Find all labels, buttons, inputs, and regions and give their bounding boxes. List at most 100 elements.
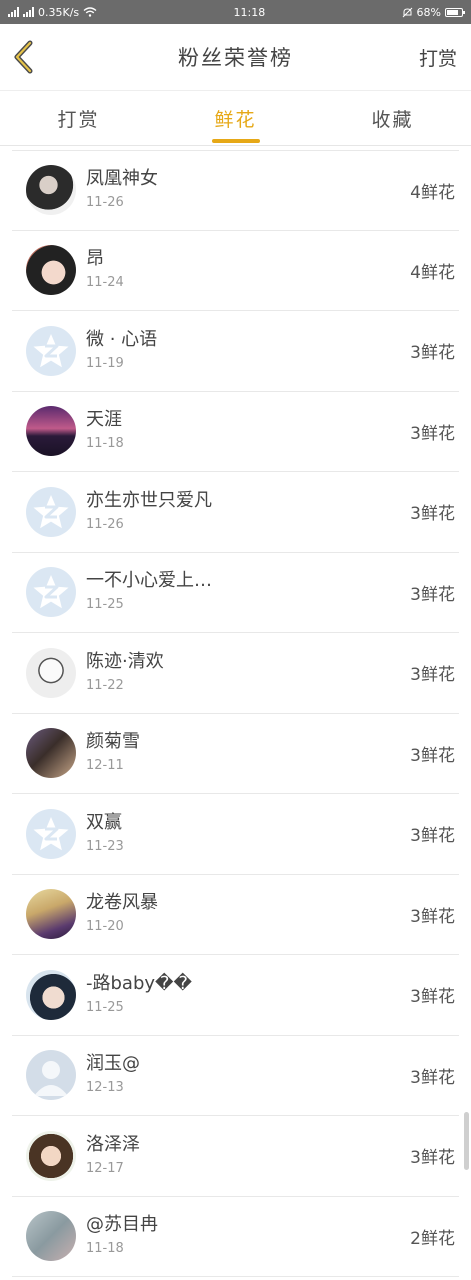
fan-info: @苏目冉 11-18 (86, 1213, 410, 1259)
avatar[interactable] (26, 406, 76, 457)
flower-count: 2鲜花 (410, 1228, 455, 1249)
flower-count: 4鲜花 (410, 262, 455, 283)
flower-count: 3鲜花 (410, 343, 455, 364)
avatar[interactable] (26, 728, 76, 779)
avatar[interactable] (26, 1130, 76, 1181)
avatar[interactable] (26, 325, 76, 376)
list-item[interactable]: 陈迹·清欢 11-22 3鲜花 (12, 633, 459, 714)
list-item[interactable]: 洛泽泽 12-17 3鲜花 (12, 1116, 459, 1197)
default-avatar-icon (33, 816, 69, 850)
flower-count: 3鲜花 (410, 584, 455, 605)
fan-name: 龙卷风暴 (86, 892, 158, 914)
default-avatar-icon (33, 333, 69, 367)
fan-info: 昂 11-24 (86, 247, 410, 293)
status-bar: 0.35K/s 11:18 68% (0, 0, 471, 24)
list-item[interactable]: @苏目冉 11-18 2鲜花 (12, 1197, 459, 1277)
fan-date: 11-26 (86, 516, 124, 532)
fan-info: -路baby�� 11-25 (86, 972, 410, 1018)
fan-date: 11-19 (86, 355, 124, 371)
status-right: 68% (402, 5, 465, 19)
list-item[interactable]: 一不小心爱上… 11-25 3鲜花 (12, 553, 459, 633)
avatar[interactable] (26, 486, 76, 537)
chevron-left-icon (14, 40, 33, 74)
fan-date: 11-18 (86, 1241, 124, 1257)
tab-flowers[interactable]: 鲜花 (157, 91, 314, 145)
fan-name: 亦生亦世只爱凡 (86, 489, 212, 511)
signal-icon (23, 7, 34, 17)
tab-reward[interactable]: 打赏 (0, 91, 157, 145)
flower-count: 3鲜花 (410, 504, 455, 525)
network-speed: 0.35K/s (38, 5, 80, 19)
flower-count: 4鲜花 (410, 182, 455, 203)
battery-percent: 68% (416, 5, 441, 19)
fan-date: 12-17 (86, 1160, 124, 1176)
fan-date: 11-25 (86, 597, 124, 613)
fan-info: 亦生亦世只爱凡 11-26 (86, 489, 410, 535)
fan-date: 11-18 (86, 436, 124, 452)
fan-name: 天涯 (86, 409, 122, 431)
fan-info: 凤凰神女 11-26 (86, 167, 410, 213)
avatar[interactable] (26, 889, 76, 940)
page-title: 粉丝荣誉榜 (178, 46, 293, 70)
fan-list: 凤凰神女 11-26 4鲜花昂 11-24 4鲜花微 · 心语 11-19 3鲜花 天涯 11-… (0, 150, 471, 1277)
list-item[interactable]: 龙卷风暴 11-20 3鲜花 (12, 875, 459, 955)
list-item[interactable]: 双赢 11-23 3鲜花 (12, 794, 459, 875)
list-item[interactable]: 昂 11-24 4鲜花 (12, 231, 459, 311)
flower-count: 3鲜花 (410, 665, 455, 686)
avatar[interactable] (26, 245, 76, 296)
mute-bell-icon (402, 7, 412, 17)
fan-name: 润玉@ (86, 1053, 140, 1075)
fan-info: 微 · 心语 11-19 (86, 328, 410, 374)
clock: 11:18 (233, 5, 266, 19)
flower-count: 3鲜花 (410, 423, 455, 444)
fan-info: 双赢 11-23 (86, 811, 410, 857)
wifi-icon (83, 7, 97, 17)
scrollbar[interactable] (464, 1112, 469, 1170)
list-item[interactable]: 润玉@ 12-13 3鲜花 (12, 1036, 459, 1116)
list-item[interactable]: 亦生亦世只爱凡 11-26 3鲜花 (12, 472, 459, 553)
list-item[interactable]: 凤凰神女 11-26 4鲜花 (12, 150, 459, 231)
avatar[interactable] (26, 1050, 76, 1101)
back-button[interactable] (12, 39, 42, 75)
fan-info: 陈迹·清欢 11-22 (86, 650, 410, 696)
list-item[interactable]: 颜菊雪 12-11 3鲜花 (12, 714, 459, 794)
list-item[interactable]: -路baby�� 11-25 3鲜花 (12, 955, 459, 1036)
avatar[interactable] (26, 567, 76, 618)
fan-info: 龙卷风暴 11-20 (86, 891, 410, 937)
fan-name: 昂 (86, 248, 104, 270)
status-left: 0.35K/s (8, 6, 97, 19)
list-item[interactable]: 微 · 心语 11-19 3鲜花 (12, 311, 459, 392)
flower-count: 3鲜花 (410, 1067, 455, 1088)
tab-bar: 打赏 鲜花 收藏 (0, 90, 471, 146)
fan-name: 洛泽泽 (86, 1133, 140, 1155)
avatar[interactable] (26, 165, 76, 216)
fan-name: 一不小心爱上… (86, 570, 212, 592)
avatar[interactable] (26, 647, 76, 698)
avatar[interactable] (26, 808, 76, 859)
fan-info: 润玉@ 12-13 (86, 1052, 410, 1098)
avatar[interactable] (26, 1211, 76, 1262)
nav-bar: 粉丝荣誉榜 打赏 (0, 24, 471, 90)
fan-info: 一不小心爱上… 11-25 (86, 569, 410, 615)
tab-favorites[interactable]: 收藏 (314, 91, 471, 145)
fan-name: 陈迹·清欢 (86, 650, 164, 672)
reward-button[interactable]: 打赏 (419, 44, 457, 71)
fan-name: 双赢 (86, 811, 122, 833)
signal-icon (8, 7, 19, 17)
default-avatar-icon (33, 494, 69, 528)
flower-count: 3鲜花 (410, 826, 455, 847)
avatar[interactable] (26, 969, 76, 1020)
flower-count: 3鲜花 (410, 745, 455, 766)
fan-info: 洛泽泽 12-17 (86, 1133, 410, 1179)
fan-date: 12-13 (86, 1080, 124, 1096)
flower-count: 3鲜花 (410, 906, 455, 927)
fan-info: 颜菊雪 12-11 (86, 730, 410, 776)
fan-name: 凤凰神女 (86, 168, 158, 190)
fan-date: 11-23 (86, 838, 124, 854)
fan-date: 12-11 (86, 758, 124, 774)
fan-name: -路baby�� (86, 972, 192, 994)
fan-name: 微 · 心语 (86, 328, 158, 350)
fan-date: 11-25 (86, 999, 124, 1015)
fan-date: 11-24 (86, 275, 124, 291)
list-item[interactable]: 天涯 11-18 3鲜花 (12, 392, 459, 472)
